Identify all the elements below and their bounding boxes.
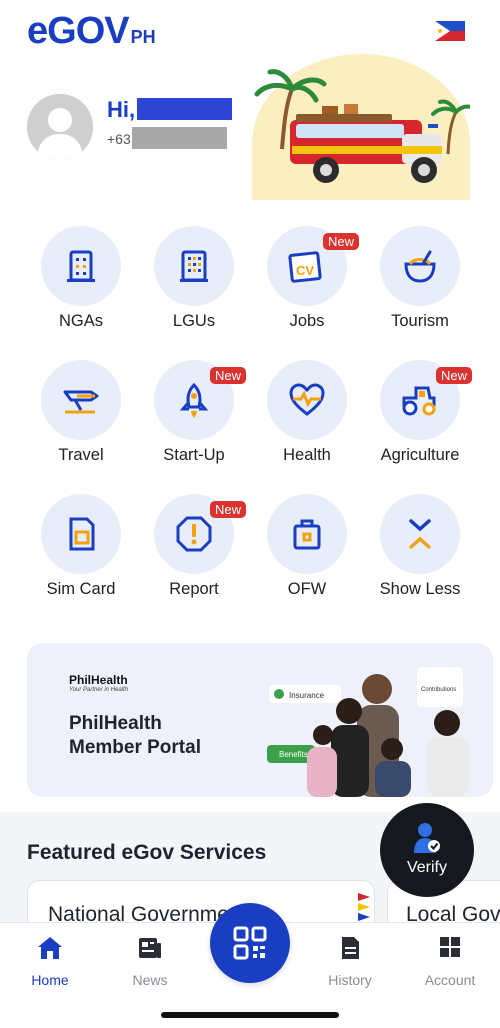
family-illustration: Insurance Contributions Benefits	[267, 667, 469, 797]
new-badge: New	[436, 367, 473, 384]
nav-account[interactable]: Account	[410, 935, 490, 988]
nav-home-label: Home	[31, 972, 69, 988]
philhealth-banner[interactable]: PhilHealth Your Partner in Health PhilHe…	[27, 643, 493, 797]
home-icon	[38, 937, 62, 959]
nav-news[interactable]: News	[110, 935, 190, 988]
tractor-icon	[402, 386, 436, 416]
heart-pulse-icon	[289, 383, 325, 416]
service-health[interactable]: Health	[251, 360, 363, 480]
nav-account-label: Account	[424, 972, 476, 988]
featured-title: Featured eGov Services	[27, 841, 267, 864]
history-document-icon	[342, 937, 359, 959]
logo-gov: GOV	[47, 10, 129, 52]
new-badge: New	[210, 367, 247, 384]
nav-history[interactable]: History	[310, 935, 390, 988]
verify-button[interactable]: Verify	[380, 803, 474, 897]
service-label: Health	[283, 446, 331, 464]
chip-benefits: Benefits	[279, 750, 308, 759]
service-report[interactable]: New Report	[138, 494, 250, 614]
lgus-icon-circle	[154, 226, 234, 306]
service-label: Start-Up	[163, 446, 225, 464]
jeepney-illustration	[252, 54, 476, 200]
collapse-icon	[409, 519, 431, 549]
nav-news-label: News	[132, 972, 168, 988]
sim-card-icon-circle	[41, 494, 121, 574]
alert-octagon-icon	[176, 516, 212, 552]
show-less-icon-circle	[380, 494, 460, 574]
coconut-drink-icon	[404, 250, 436, 283]
ngas-icon-circle	[41, 226, 121, 306]
verified-user-icon	[414, 823, 440, 853]
news-icon	[139, 938, 161, 958]
avatar[interactable]	[27, 94, 93, 160]
service-label: Tourism	[391, 312, 449, 330]
service-label: Report	[169, 580, 219, 598]
redacted-phone	[132, 127, 227, 149]
service-show-less[interactable]: Show Less	[364, 494, 476, 614]
service-tourism[interactable]: Tourism	[364, 226, 476, 346]
service-ngas[interactable]: NGAs	[25, 226, 137, 346]
service-label: Show Less	[379, 580, 461, 598]
logo-e: e	[27, 10, 48, 52]
philhealth-brand: PhilHealth	[69, 673, 128, 687]
service-startup[interactable]: New Start-Up	[138, 360, 250, 480]
building-icon	[67, 250, 95, 282]
office-building-icon	[180, 250, 208, 282]
briefcase-icon	[293, 519, 321, 550]
ofw-icon-circle	[267, 494, 347, 574]
service-label: LGUs	[172, 312, 216, 330]
philhealth-tagline: Your Partner in Health	[69, 687, 129, 693]
travel-icon-circle	[41, 360, 121, 440]
service-agriculture[interactable]: New Agriculture	[364, 360, 476, 480]
cv-icon: CV	[288, 251, 322, 283]
rocket-icon	[179, 382, 209, 418]
new-badge: New	[210, 501, 247, 518]
account-grid-icon	[440, 937, 460, 957]
nav-home[interactable]: Home	[10, 935, 90, 988]
philhealth-logo: PhilHealth Your Partner in Health	[69, 673, 128, 693]
service-sim-card[interactable]: Sim Card	[25, 494, 137, 614]
qr-code-icon	[233, 926, 267, 960]
verify-label: Verify	[406, 859, 447, 876]
service-label: Jobs	[289, 312, 325, 330]
service-label: Sim Card	[46, 580, 116, 598]
service-label: NGAs	[58, 312, 103, 330]
service-ofw[interactable]: OFW	[251, 494, 363, 614]
chip-insurance: Insurance	[289, 691, 325, 700]
service-lgus[interactable]: LGUs	[138, 226, 250, 346]
banner-title-line2: Member Portal	[69, 737, 201, 758]
service-label: Travel	[58, 446, 104, 464]
philippine-flag-icon[interactable]	[435, 21, 465, 41]
egov-logo: e GOV PH	[27, 10, 156, 52]
health-icon-circle	[267, 360, 347, 440]
service-label: Agriculture	[380, 446, 460, 464]
service-label: OFW	[287, 580, 327, 598]
chip-contributions: Contributions	[421, 687, 456, 693]
redacted-name	[137, 98, 232, 120]
banner-title-line1: PhilHealth	[69, 713, 162, 734]
phone-prefix: +63	[107, 131, 131, 147]
qr-scan-button[interactable]	[210, 903, 290, 983]
new-badge: New	[323, 233, 360, 250]
service-travel[interactable]: Travel	[25, 360, 137, 480]
home-indicator	[161, 1012, 339, 1018]
sim-card-icon	[69, 517, 95, 551]
tourism-icon-circle	[380, 226, 460, 306]
svg-text:CV: CV	[296, 263, 314, 278]
service-jobs[interactable]: CV New Jobs	[251, 226, 363, 346]
greeting: Hi,	[107, 97, 136, 122]
airplane-icon	[63, 390, 99, 414]
nav-history-label: History	[328, 972, 372, 988]
logo-ph: PH	[130, 27, 156, 47]
